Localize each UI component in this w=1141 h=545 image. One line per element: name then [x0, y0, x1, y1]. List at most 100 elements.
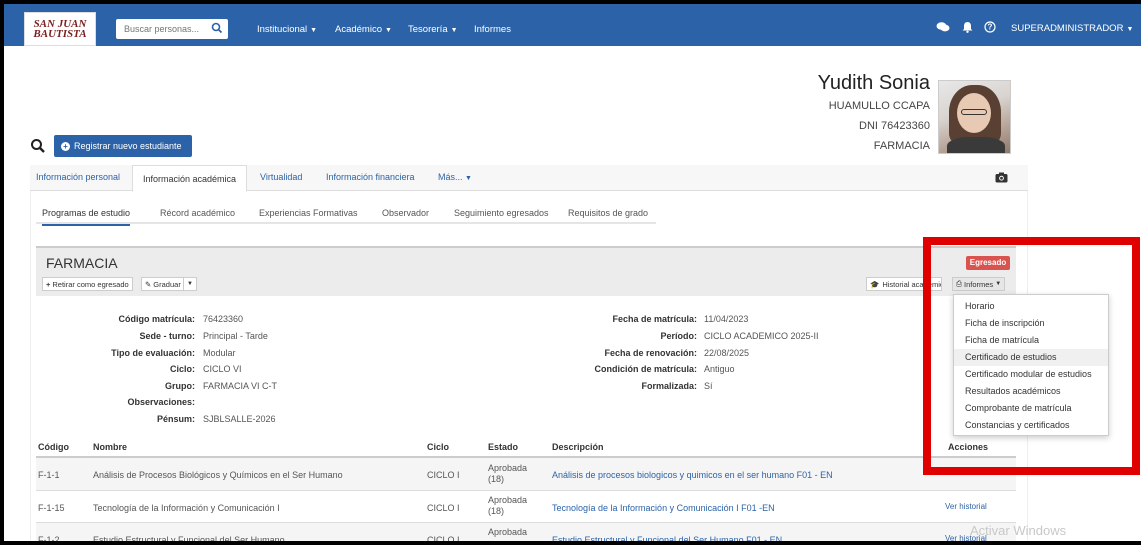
row-description-link[interactable]: Tecnología de la Información y Comunicac…	[552, 503, 775, 513]
row-name: Análisis de Procesos Biológicos y Químic…	[93, 470, 343, 480]
search-student-icon[interactable]	[30, 138, 46, 154]
retire-graduate-label: Retirar como egresado	[52, 279, 129, 289]
detail-value: Modular	[203, 348, 236, 358]
nav-informes-label: Informes	[474, 24, 511, 35]
retire-graduate-button[interactable]: + Retirar como egresado	[42, 277, 133, 291]
student-program: FARMACIA	[873, 140, 930, 152]
caret-down-icon: ▼	[187, 281, 193, 287]
detail-label: Ciclo:	[169, 364, 195, 374]
graduate-label: Graduar	[153, 279, 181, 289]
caret-down-icon: ▼	[310, 27, 318, 34]
student-dni: DNI 76423360	[859, 120, 930, 132]
detail-label: Sede - turno:	[139, 331, 196, 341]
tab-mas-label: Más...	[438, 172, 463, 182]
detail-value: CICLO VI	[203, 364, 242, 374]
column-header-cycle: Ciclo	[427, 442, 450, 452]
frame-bottom	[0, 541, 1141, 545]
detail-label: Observaciones:	[127, 397, 195, 407]
tab-informacion-personal[interactable]: Información personal	[36, 172, 120, 182]
nav-institucional-label: Institucional	[257, 24, 308, 35]
graduation-cap-icon: 🎓	[870, 279, 880, 289]
nav-informes[interactable]: Informes	[474, 24, 511, 35]
row-description-link[interactable]: Análisis de procesos biologicos y quimic…	[552, 470, 833, 480]
row-cycle: CICLO I	[427, 470, 460, 480]
tab-informacion-financiera[interactable]: Información financiera	[326, 172, 415, 182]
detail-label: Fecha de renovación:	[604, 348, 697, 358]
search-icon[interactable]	[211, 22, 223, 34]
nav-tesoreria[interactable]: Tesorería ▼	[408, 24, 458, 35]
detail-value: FARMACIA VI C-T	[203, 381, 278, 391]
nav-institucional[interactable]: Institucional ▼	[257, 24, 317, 35]
top-navbar: SAN JUAN BAUTISTA Institucional▼ Académi…	[4, 4, 1141, 46]
chat-icon[interactable]	[936, 21, 950, 36]
subtab-seguimiento[interactable]: Seguimiento egresados	[454, 208, 549, 224]
subtab-observador[interactable]: Observador	[382, 208, 429, 224]
register-student-label: Registrar nuevo estudiante	[74, 141, 182, 151]
caret-down-icon: ▼	[1126, 26, 1134, 33]
search-input[interactable]	[116, 24, 208, 34]
column-header-description: Descripción	[552, 442, 604, 452]
detail-label: Formalizada:	[641, 381, 697, 391]
caret-down-icon: ▼	[385, 27, 392, 34]
bell-icon[interactable]	[962, 21, 973, 36]
subtab-experiencias[interactable]: Experiencias Formativas	[259, 208, 358, 224]
graduate-dropdown-toggle[interactable]: ▼	[183, 277, 197, 291]
windows-activation-watermark: Activar Windows	[970, 523, 1067, 538]
tab-informacion-academica[interactable]: Información académica	[132, 165, 248, 192]
help-icon[interactable]: ?	[984, 21, 996, 36]
detail-value: Sí	[704, 381, 713, 391]
caret-down-icon: ▼	[450, 27, 458, 34]
frame-left	[0, 0, 4, 545]
detail-value: CICLO ACADEMICO 2025-II	[704, 331, 819, 341]
logo-line2: BAUTISTA	[33, 28, 87, 40]
detail-label: Fecha de matrícula:	[612, 314, 697, 324]
register-student-button[interactable]: + Registrar nuevo estudiante	[54, 135, 192, 157]
detail-label: Tipo de evaluación:	[111, 348, 195, 358]
row-state: Aprobada (18)	[488, 495, 528, 516]
institution-logo[interactable]: SAN JUAN BAUTISTA	[24, 12, 96, 46]
detail-value: SJBLSALLE-2026	[203, 414, 276, 424]
camera-icon[interactable]	[995, 172, 1008, 183]
detail-value: Principal - Tarde	[203, 331, 268, 341]
detail-label: Pénsum:	[156, 414, 195, 424]
tab-mas[interactable]: Más... ▼	[438, 172, 472, 182]
tab-virtualidad[interactable]: Virtualidad	[260, 172, 302, 182]
column-header-name: Nombre	[93, 442, 128, 452]
pencil-icon: ✎	[145, 279, 152, 289]
row-name: Tecnología de la Información y Comunicac…	[93, 503, 280, 513]
user-menu[interactable]: SUPERADMINISTRADOR ▼	[1011, 23, 1133, 34]
column-header-state: Estado	[488, 442, 519, 452]
column-header-code: Código	[38, 442, 69, 452]
row-code: F-1-15	[38, 503, 65, 513]
detail-value: 11/04/2023	[704, 314, 749, 324]
user-name: SUPERADMINISTRADOR	[1011, 23, 1124, 34]
student-surname: HUAMULLO CCAPA	[828, 100, 930, 112]
caret-down-icon: ▼	[465, 175, 472, 182]
subtab-requisitos[interactable]: Requisitos de grado	[568, 208, 648, 224]
nav-tesoreria-label: Tesorería	[408, 24, 448, 35]
graduate-button[interactable]: ✎ Graduar	[141, 277, 185, 291]
plus-icon: +	[61, 141, 70, 151]
student-photo	[938, 80, 1011, 154]
detail-label: Período:	[660, 331, 697, 341]
svg-text:?: ?	[988, 23, 993, 32]
nav-academico[interactable]: Académico ▼	[335, 24, 392, 35]
nav-academico-label: Académico	[335, 24, 382, 35]
search-box	[116, 19, 228, 39]
view-history-link[interactable]: Ver historial	[945, 502, 987, 511]
plus-icon: +	[46, 279, 51, 289]
row-state: Aprobada	[488, 527, 528, 537]
subtab-record[interactable]: Récord académico	[160, 208, 235, 224]
highlight-annotation-box	[923, 237, 1140, 475]
detail-value: Antiguo	[704, 364, 735, 374]
row-cycle: CICLO I	[427, 503, 460, 513]
detail-label: Condición de matrícula:	[594, 364, 697, 374]
program-title: FARMACIA	[46, 255, 118, 271]
row-state: Aprobada (18)	[488, 463, 528, 484]
detail-label: Grupo:	[165, 381, 195, 391]
detail-value: 22/08/2025	[704, 348, 750, 358]
subtab-programas[interactable]: Programas de estudio	[42, 208, 131, 226]
detail-label: Código matrícula:	[118, 314, 195, 324]
row-code: F-1-1	[38, 470, 60, 480]
detail-value: 76423360	[203, 314, 244, 324]
